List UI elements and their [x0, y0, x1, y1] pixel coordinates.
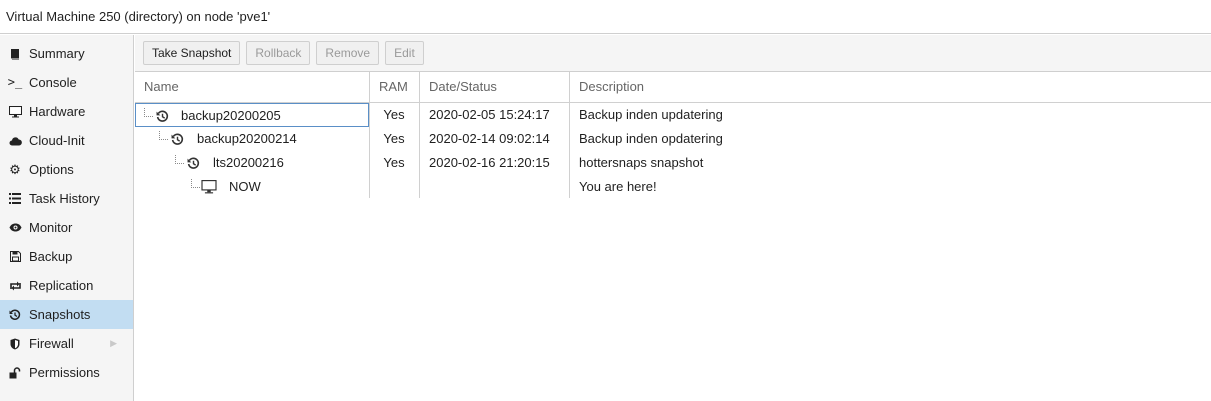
snapshot-name: lts20200216 [213, 155, 284, 170]
sidebar-item-label: Monitor [29, 220, 73, 235]
window-title: Virtual Machine 250 (directory) on node … [6, 9, 271, 24]
shield-icon [7, 329, 23, 358]
table-row[interactable]: backup20200205 Yes 2020-02-05 15:24:17 B… [135, 103, 1211, 127]
sidebar-item-label: Options [29, 162, 74, 177]
column-divider [569, 102, 570, 198]
sidebar-item-summary[interactable]: Summary [0, 39, 133, 68]
retweet-icon [7, 271, 23, 300]
chevron-right-icon: ▶ [110, 338, 117, 348]
tree-connector [159, 131, 168, 140]
grid-header: Name RAM Date/Status Description [135, 72, 1211, 103]
snapshot-grid: Name RAM Date/Status Description backup2… [135, 72, 1211, 199]
sidebar-item-monitor[interactable]: Monitor [0, 213, 133, 242]
sidebar-item-label: Cloud-Init [29, 133, 85, 148]
sidebar-item-label: Firewall [29, 336, 74, 351]
tree-connector [144, 108, 153, 117]
sidebar-item-label: Summary [29, 46, 85, 61]
desktop-icon [201, 175, 217, 199]
history-icon [154, 104, 170, 128]
take-snapshot-button[interactable]: Take Snapshot [143, 41, 241, 65]
sidebar-item-task-history[interactable]: Task History [0, 184, 133, 213]
sidebar-item-label: Snapshots [29, 307, 91, 322]
tree-cell[interactable]: backup20200214 [135, 127, 369, 151]
sidebar-item-label: Console [29, 75, 77, 90]
snapshot-name: backup20200214 [197, 131, 297, 146]
sidebar-item-replication[interactable]: Replication [0, 271, 133, 300]
cloud-icon [7, 126, 23, 155]
snapshot-name: NOW [229, 179, 261, 194]
column-divider [369, 102, 370, 198]
sidebar: Summary >_ Console Hardware Cloud-Init ⚙… [0, 35, 134, 401]
table-row[interactable]: NOW You are here! [135, 175, 1211, 199]
sidebar-item-options[interactable]: ⚙ Options [0, 155, 133, 184]
tree-connector [175, 155, 184, 164]
description-cell: Backup inden updatering [579, 107, 723, 122]
description-cell: hottersnaps snapshot [579, 155, 704, 170]
table-row[interactable]: lts20200216 Yes 2020-02-16 21:20:15 hott… [135, 151, 1211, 175]
list-icon [7, 184, 23, 213]
tree-cell[interactable]: backup20200205 [135, 103, 369, 127]
edit-button[interactable]: Edit [385, 41, 424, 65]
desktop-icon [7, 97, 23, 126]
sidebar-item-label: Permissions [29, 365, 100, 380]
sidebar-item-label: Backup [29, 249, 73, 264]
sidebar-item-permissions[interactable]: Permissions [0, 358, 133, 387]
sidebar-item-cloud-init[interactable]: Cloud-Init [0, 126, 133, 155]
gear-icon: ⚙ [9, 162, 21, 177]
description-cell: You are here! [579, 179, 657, 194]
ram-cell: Yes [383, 107, 405, 122]
sidebar-item-hardware[interactable]: Hardware [0, 97, 133, 126]
date-cell: 2020-02-05 15:24:17 [429, 107, 550, 122]
remove-button[interactable]: Remove [316, 41, 380, 65]
eye-icon [7, 213, 23, 242]
column-header-description[interactable]: Description [570, 72, 1211, 102]
snapshot-name: backup20200205 [181, 108, 281, 123]
date-cell: 2020-02-16 21:20:15 [429, 155, 550, 170]
description-cell: Backup inden opdatering [579, 131, 723, 146]
history-icon [185, 151, 201, 175]
tree-cell[interactable]: lts20200216 [135, 151, 369, 175]
table-row[interactable]: backup20200214 Yes 2020-02-14 09:02:14 B… [135, 127, 1211, 151]
column-header-date-status[interactable]: Date/Status [420, 72, 570, 102]
sidebar-item-label: Task History [29, 191, 100, 206]
ram-cell [369, 175, 419, 199]
sidebar-item-backup[interactable]: Backup [0, 242, 133, 271]
date-cell [419, 175, 569, 199]
column-header-ram[interactable]: RAM [370, 72, 420, 102]
history-icon [169, 127, 185, 151]
window-title-bar: Virtual Machine 250 (directory) on node … [0, 0, 1211, 34]
sidebar-item-snapshots[interactable]: Snapshots [0, 300, 133, 329]
terminal-icon: >_ [7, 75, 23, 89]
ram-cell: Yes [383, 131, 405, 146]
history-icon [7, 300, 23, 329]
sidebar-item-label: Replication [29, 278, 94, 293]
unlock-icon [7, 358, 23, 387]
toolbar: Take Snapshot Rollback Remove Edit [135, 35, 1211, 72]
sidebar-item-firewall[interactable]: Firewall ▶ [0, 329, 133, 358]
floppy-icon [7, 242, 23, 271]
date-cell: 2020-02-14 09:02:14 [429, 131, 550, 146]
sidebar-item-console[interactable]: >_ Console [0, 68, 133, 97]
ram-cell: Yes [383, 155, 405, 170]
sidebar-item-label: Hardware [29, 104, 86, 119]
rollback-button[interactable]: Rollback [246, 41, 311, 65]
tree-connector [191, 179, 200, 188]
book-icon [7, 39, 23, 68]
column-header-name[interactable]: Name [135, 72, 370, 102]
tree-cell[interactable]: NOW [135, 175, 369, 199]
column-divider [419, 102, 420, 198]
